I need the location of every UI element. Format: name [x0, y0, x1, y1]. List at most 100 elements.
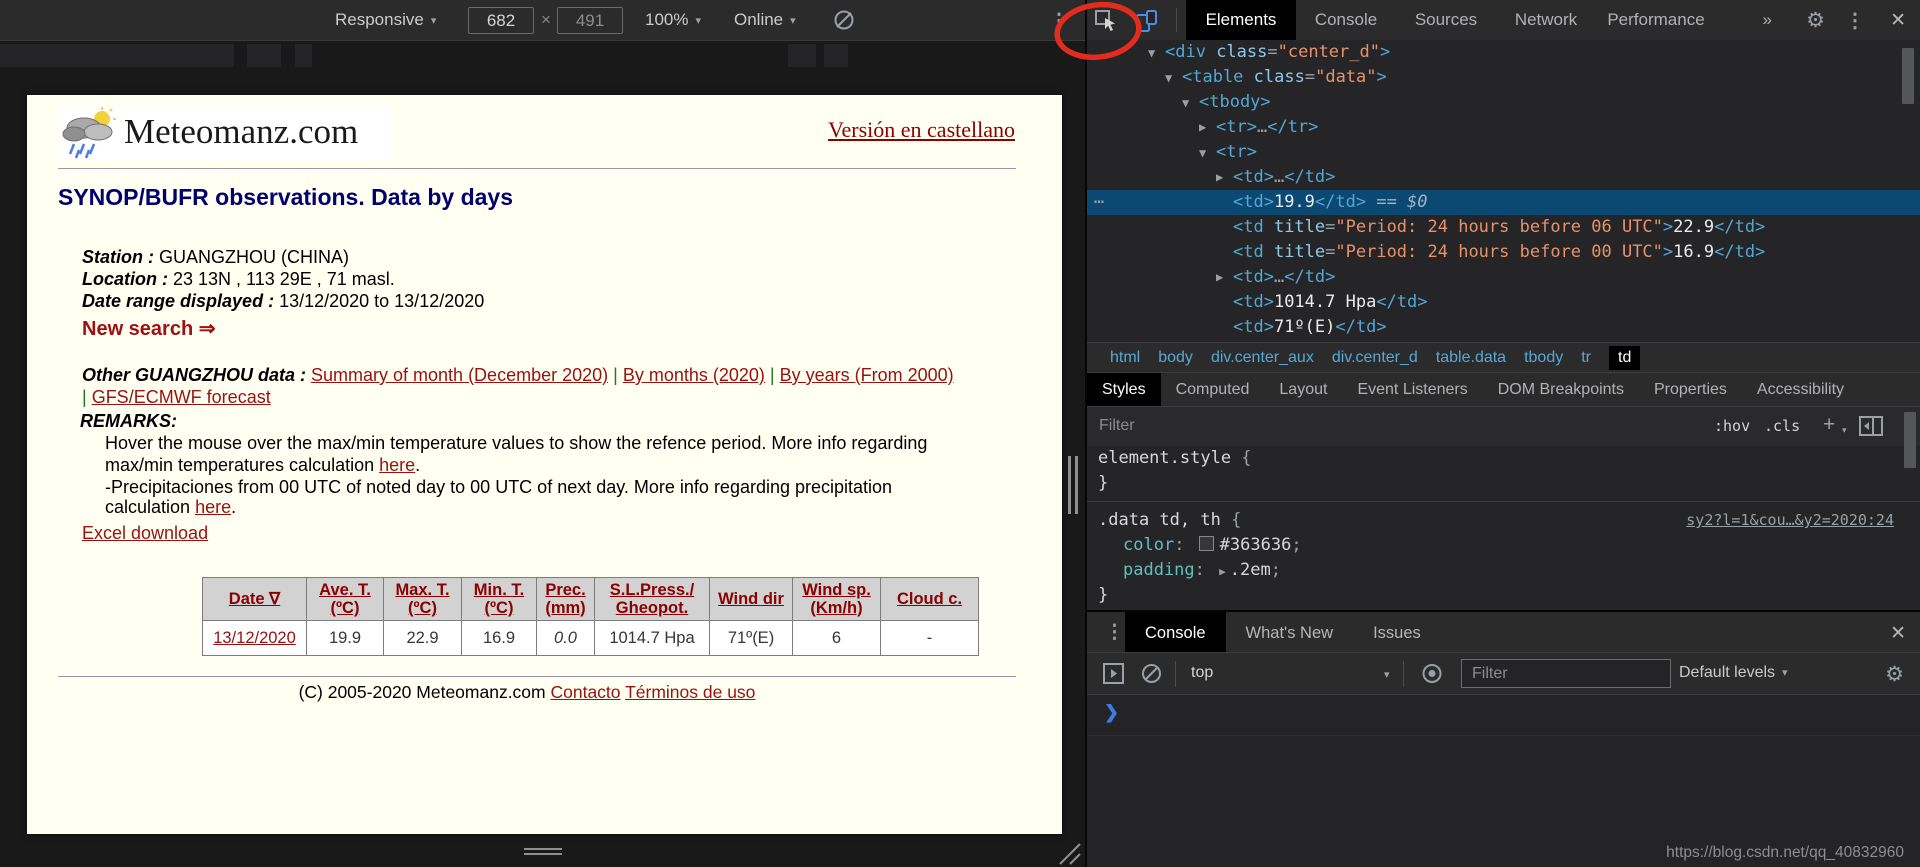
log-levels-dropdown[interactable]: Default levels ▾: [1679, 664, 1788, 682]
table-header-cell[interactable]: S.L.Press./Gheopot.: [594, 577, 710, 621]
breadcrumb-item-html[interactable]: html: [1110, 349, 1140, 367]
expand-arrow-right-icon[interactable]: ▶: [1216, 165, 1223, 190]
expand-arrow-down-icon[interactable]: ▼: [1165, 66, 1172, 91]
styles-scrollbar-thumb[interactable]: [1904, 412, 1916, 468]
viewport-width-input[interactable]: 682: [468, 7, 534, 34]
remark-here-link[interactable]: here: [195, 497, 231, 517]
dom-tree-row[interactable]: <td>1014.7 Hpa</td>: [1087, 290, 1920, 315]
dom-tree-row[interactable]: ▶ <td>…</td>: [1087, 265, 1920, 290]
new-search-link[interactable]: New search ⇒: [82, 316, 216, 341]
viewport-resize-corner[interactable]: [1054, 840, 1082, 866]
expand-arrow-right-icon[interactable]: ▶: [1219, 565, 1226, 578]
device-toolbar-menu-icon[interactable]: ⋮: [1049, 8, 1069, 33]
zoom-dropdown[interactable]: 100% ▾: [645, 10, 701, 30]
other-data-link[interactable]: By months (2020): [623, 365, 765, 385]
settings-gear-icon[interactable]: ⚙: [1806, 8, 1825, 33]
console-prompt-icon[interactable]: ❯: [1104, 702, 1119, 723]
table-header-link[interactable]: Max. T. (ºC): [395, 581, 449, 617]
device-type-dropdown[interactable]: Responsive ▾: [335, 10, 436, 30]
more-tabs-icon[interactable]: »: [1763, 0, 1772, 40]
other-data-link[interactable]: By years (From 2000): [780, 365, 954, 385]
excel-download-link[interactable]: Excel download: [82, 523, 208, 543]
table-header-cell[interactable]: Prec. (mm): [536, 577, 595, 621]
table-header-cell[interactable]: Min. T. (ºC): [461, 577, 537, 621]
table-header-cell[interactable]: Date ∇: [202, 577, 307, 621]
breadcrumb-item-tr[interactable]: tr: [1581, 349, 1591, 367]
viewport-height-input[interactable]: 491: [557, 7, 623, 34]
table-header-link[interactable]: Min. T. (ºC): [474, 581, 524, 617]
expand-arrow-down-icon[interactable]: ▼: [1182, 91, 1189, 116]
console-filter-input[interactable]: Filter: [1461, 659, 1671, 688]
table-header-link[interactable]: Wind dir: [718, 590, 784, 608]
sidebar-tab-layout[interactable]: Layout: [1264, 373, 1342, 407]
element-classes-toggle[interactable]: .cls: [1764, 417, 1800, 435]
table-header-cell[interactable]: Max. T. (ºC): [383, 577, 462, 621]
dom-tree-row[interactable]: ▼ <table class="data">: [1087, 65, 1920, 90]
tab-sources[interactable]: Sources: [1396, 0, 1496, 40]
style-property[interactable]: padding: ▶ .2em;: [1087, 558, 1920, 583]
console-tab-what-s-new[interactable]: What's New: [1226, 612, 1354, 654]
tab-elements[interactable]: Elements: [1186, 0, 1296, 40]
breadcrumb-item-div.center_aux[interactable]: div.center_aux: [1211, 349, 1314, 367]
console-sidebar-icon[interactable]: [1103, 663, 1124, 684]
terms-link[interactable]: Términos de uso: [625, 682, 755, 702]
style-rule-selector[interactable]: element.style {: [1087, 446, 1920, 471]
sidebar-tab-dom-breakpoints[interactable]: DOM Breakpoints: [1483, 373, 1639, 407]
style-property[interactable]: color: #363636;: [1087, 533, 1920, 558]
console-log-area[interactable]: ❯ https://blog.csdn.net/qq_40832960: [1087, 694, 1920, 867]
console-tab-console[interactable]: Console: [1125, 612, 1226, 654]
device-toolbar-toggle-icon[interactable]: [1134, 9, 1158, 33]
table-header-cell[interactable]: Wind sp. (Km/h): [792, 577, 881, 621]
table-header-link[interactable]: Wind sp. (Km/h): [802, 581, 871, 617]
expand-arrow-right-icon[interactable]: ▶: [1216, 265, 1223, 290]
sidebar-tab-properties[interactable]: Properties: [1639, 373, 1742, 407]
gfs-forecast-link[interactable]: GFS/ECMWF forecast: [92, 387, 271, 407]
dom-tree-row[interactable]: <td>71º(E)</td>: [1087, 315, 1920, 340]
new-style-rule-button[interactable]: +: [1823, 413, 1835, 437]
devtools-menu-icon[interactable]: ⋮: [1845, 8, 1865, 33]
style-source-link[interactable]: sy2?l=1&cou…&y2=2020:24: [1686, 508, 1894, 533]
table-cell[interactable]: 13/12/2020: [202, 620, 307, 656]
remark-here-link[interactable]: here: [379, 455, 415, 475]
dom-tree-row[interactable]: ▶ <tr>…</tr>: [1087, 115, 1920, 140]
elements-scrollbar-thumb[interactable]: [1902, 48, 1914, 104]
close-devtools-icon[interactable]: ✕: [1890, 9, 1906, 32]
live-expression-eye-icon[interactable]: [1421, 663, 1443, 684]
console-tab-issues[interactable]: Issues: [1353, 612, 1441, 654]
drawer-menu-icon[interactable]: ⋮: [1105, 621, 1124, 644]
viewport-resize-handle-bottom[interactable]: [524, 848, 562, 856]
expand-arrow-right-icon[interactable]: ▶: [1199, 115, 1206, 140]
sidebar-tab-styles[interactable]: Styles: [1087, 373, 1161, 407]
sidebar-tab-computed[interactable]: Computed: [1161, 373, 1265, 407]
tab-performance[interactable]: Performance: [1596, 0, 1716, 40]
site-logo[interactable]: Meteomanz.com: [60, 106, 392, 160]
breadcrumb-item-td[interactable]: td: [1609, 345, 1641, 370]
inspect-element-icon[interactable]: [1094, 9, 1118, 33]
close-drawer-icon[interactable]: ✕: [1890, 622, 1906, 645]
table-header-cell[interactable]: Ave. T. (ºC): [306, 577, 384, 621]
dom-tree-row[interactable]: ⋯ <td>19.9</td> == $0: [1087, 190, 1920, 215]
contact-link[interactable]: Contacto: [550, 682, 620, 702]
table-header-link[interactable]: S.L.Press./Gheopot.: [610, 581, 694, 617]
dom-tree-row[interactable]: ▼ <div class="center_d">: [1087, 40, 1920, 65]
table-header-link[interactable]: Cloud c.: [897, 590, 962, 608]
sidebar-tab-accessibility[interactable]: Accessibility: [1742, 373, 1859, 407]
style-rule-selector[interactable]: .data td, th {sy2?l=1&cou…&y2=2020:24: [1087, 508, 1920, 533]
dom-tree-row[interactable]: <td title="Period: 24 hours before 06 UT…: [1087, 215, 1920, 240]
styles-filter-input[interactable]: Filter: [1099, 417, 1135, 435]
toggle-sidebar-icon[interactable]: [1859, 416, 1883, 436]
color-swatch[interactable]: [1198, 536, 1214, 551]
table-header-link[interactable]: Date ∇: [229, 590, 280, 608]
language-link[interactable]: Versión en castellano: [828, 117, 1015, 143]
dom-tree-row[interactable]: ▼ <tbody>: [1087, 90, 1920, 115]
console-settings-gear-icon[interactable]: ⚙: [1885, 662, 1904, 687]
table-header-cell[interactable]: Wind dir: [709, 577, 793, 621]
sidebar-tab-event-listeners[interactable]: Event Listeners: [1342, 373, 1482, 407]
expand-arrow-down-icon[interactable]: ▼: [1199, 141, 1206, 166]
expand-arrow-down-icon[interactable]: ▼: [1148, 41, 1155, 66]
dom-tree-row[interactable]: ▼ <tr>: [1087, 140, 1920, 165]
breadcrumb-item-tbody[interactable]: tbody: [1524, 349, 1563, 367]
tab-console[interactable]: Console: [1296, 0, 1396, 40]
tab-network[interactable]: Network: [1496, 0, 1596, 40]
breadcrumb-item-body[interactable]: body: [1158, 349, 1193, 367]
